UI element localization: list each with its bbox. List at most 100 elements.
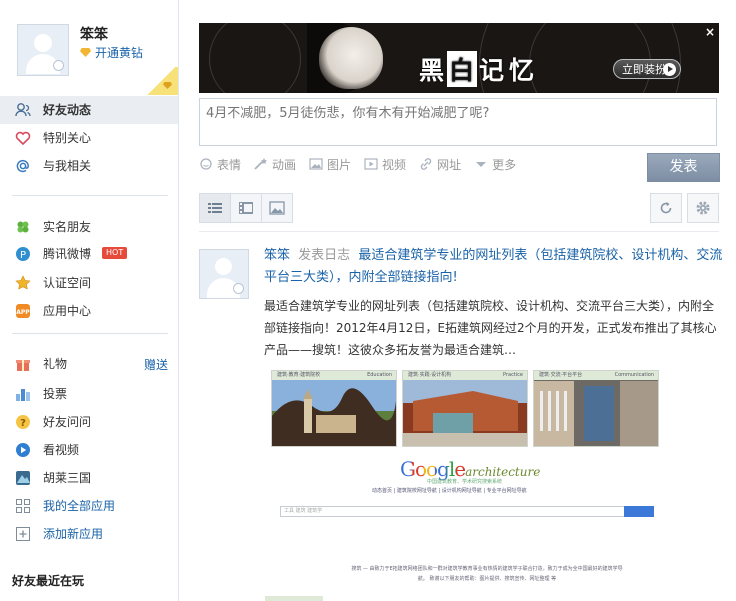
sidebar-item-label: 特别关心 [43,131,92,145]
sidebar-item-mentions[interactable]: 与我相关 [0,152,178,180]
main-content: 黑白记忆 立即装扮 × 表情 动画 图片 视频 网址 [179,0,736,601]
preview-search-placeholder: 工具 建筑 建筑学 [284,508,323,514]
photo-view-button[interactable] [261,193,293,223]
svg-text:P: P [20,250,26,261]
weibo-icon: P [16,247,30,261]
sidebar-item-label: 认证空间 [43,276,92,290]
list-view-button[interactable] [199,193,231,223]
refresh-button[interactable] [650,193,682,223]
settings-button[interactable] [687,193,719,223]
sidebar: 笨笨 开通黄钻 好友动态 特别关心 与我相关 实名朋友 P 腾讯微博 HOT 认… [0,0,179,601]
film-view-button[interactable] [230,193,262,223]
link-tool[interactable]: 网址 [419,155,461,173]
vip-link[interactable]: 开通黄钻 [80,44,143,61]
at-icon [16,159,29,173]
sidebar-item-game[interactable]: 胡莱三国 [0,464,178,492]
sidebar-item-label: 胡莱三国 [43,471,92,485]
sidebar-item-vote[interactable]: 投票 [0,380,178,408]
more-tool[interactable]: 更多 [474,155,516,173]
caret-down-icon [476,162,487,167]
video-icon [364,158,378,170]
vip-link-label[interactable]: 开通黄钻 [95,44,143,61]
avatar-badge-icon [53,60,64,71]
user-name[interactable]: 笨笨 [80,24,108,44]
video-tool[interactable]: 视频 [364,155,406,173]
sidebar-item-label: 腾讯微博 [43,247,92,261]
ad-banner[interactable]: 黑白记忆 立即装扮 × [199,23,719,93]
composer-toolbar: 表情 动画 图片 视频 网址 更多 [199,155,529,173]
sidebar-item-realname[interactable]: 实名朋友 [0,213,178,241]
banner-title-char: 忆 [509,56,536,85]
animation-tool-label: 动画 [272,157,297,172]
preview-thumbnail[interactable]: 建筑·交流·平台平台 Communication [533,370,659,447]
sidebar-item-verified[interactable]: 认证空间 [0,269,178,297]
user-avatar[interactable] [17,24,69,76]
banner-art [319,27,383,89]
sidebar-item-feed[interactable]: 好友动态 [0,96,178,124]
play-icon [663,63,676,76]
status-input[interactable] [199,98,717,146]
hot-badge: HOT [102,247,128,259]
divider [12,195,168,196]
feed-icon [15,103,31,117]
logo-tagline: 中国建筑教育、学术研究搜索系统 [427,479,503,485]
image-tool[interactable]: 图片 [309,155,351,173]
wand-icon [254,158,268,170]
sidebar-item-video[interactable]: 看视频 [0,436,178,464]
app-icon: APP [16,304,30,318]
thumbnail-image [272,371,396,446]
sidebar-item-ask[interactable]: ? 好友问问 [0,408,178,436]
decorate-now-label: 立即装扮 [622,63,666,76]
image-tool-label: 图片 [327,157,352,172]
sidebar-item-app-center[interactable]: APP 应用中心 [0,297,178,325]
gear-icon [696,201,710,215]
feed-action: 发表日志 [298,248,351,263]
feed-item-summary: 最适合建筑学专业的网址列表（包括建筑院校、设计机构、交流平台三大类），内附全部链… [264,299,717,357]
divider [12,333,168,334]
vip-corner[interactable] [144,67,178,95]
sidebar-item-gift[interactable]: 礼物 赠送 [0,350,178,378]
picture-icon [269,201,285,215]
sidebar-item-label: 添加新应用 [43,527,104,541]
preview-thumbnail[interactable]: 建筑·实践·设计机构 Practice [402,370,528,447]
banner-title-char: 白 [447,51,478,87]
sidebar-item-add-app[interactable]: 添加新应用 [0,520,178,548]
avatar-badge-icon [233,283,244,294]
preview-search-box: 工具 建筑 建筑学 [280,506,654,517]
feed-item-header: 笨笨 发表日志 最适合建筑学专业的网址列表（包括建筑院校、设计机构、交流平台三大… [264,245,724,289]
link-icon [420,158,432,170]
post-button[interactable]: 发表 [647,153,720,182]
preview-search-button [624,506,654,517]
star-icon [15,275,31,290]
sidebar-item-label: 投票 [43,387,68,401]
diamond-icon [163,82,172,89]
author-name[interactable]: 笨笨 [264,248,290,263]
animation-tool[interactable]: 动画 [254,155,296,173]
author-avatar[interactable] [199,249,249,299]
recent-apps-heading: 好友最近在玩 [12,574,85,588]
diamond-icon [80,48,91,57]
preview-strip [265,596,323,601]
preview-thumbnail[interactable]: 建筑·教育·建筑院校 Education [271,370,397,447]
sidebar-item-all-apps[interactable]: 我的全部应用 [0,492,178,520]
video-tool-label: 视频 [382,157,407,172]
decorate-now-button[interactable]: 立即装扮 [613,59,681,79]
sidebar-item-label: 我的全部应用 [43,499,116,513]
close-icon[interactable]: × [705,25,715,39]
sidebar-item-label: 看视频 [43,443,80,457]
plus-icon [16,527,30,541]
thumbnail-tag: Practice [503,372,523,378]
sidebar-item-label: 好友问问 [43,415,92,429]
sidebar-item-care[interactable]: 特别关心 [0,124,178,152]
blog-preview-images[interactable]: 建筑·教育·建筑院校 Education 建筑·实践·设计机构 Practice… [271,370,659,447]
sidebar-item-label: 应用中心 [43,304,92,318]
logo-sub: architecture [465,465,541,479]
emoji-tool[interactable]: 表情 [199,155,241,173]
svg-text:APP: APP [16,309,30,316]
sidebar-item-weibo[interactable]: P 腾讯微博 HOT [0,240,178,268]
question-icon: ? [16,415,30,429]
thumbnail-tag: Communication [614,372,654,378]
send-gift-link[interactable]: 赠送 [144,356,168,373]
link-tool-label: 网址 [437,157,462,172]
emoji-tool-label: 表情 [217,157,242,172]
